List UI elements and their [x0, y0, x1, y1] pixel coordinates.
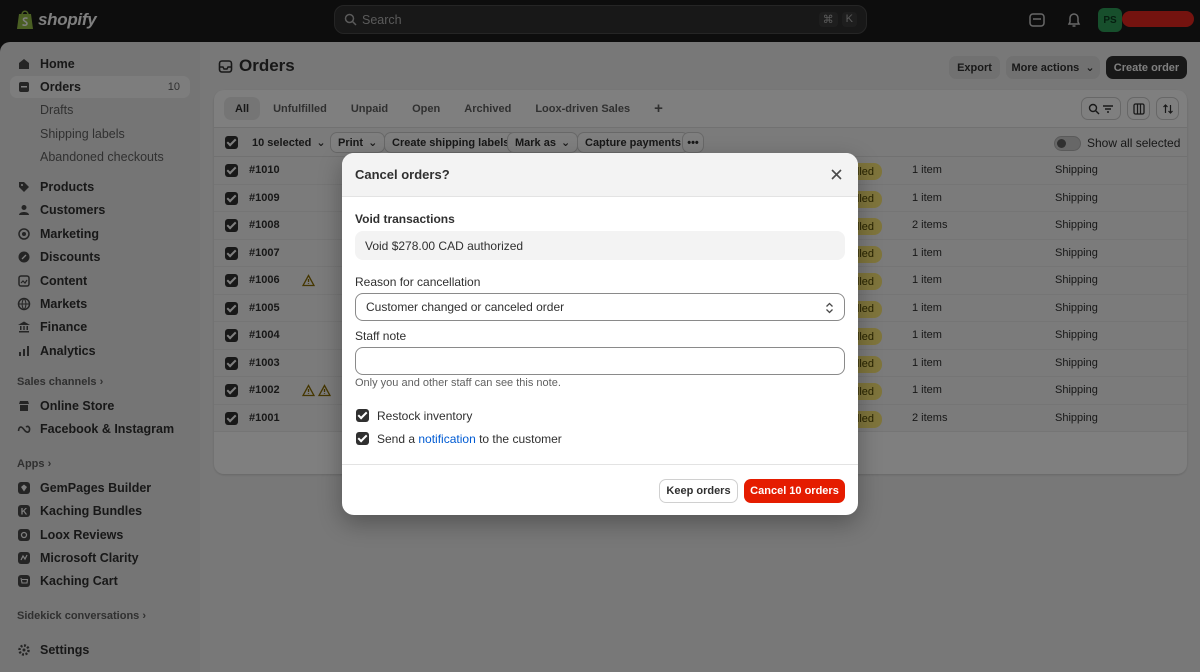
restock-inventory-checkbox[interactable]: [356, 409, 369, 422]
modal-title: Cancel orders?: [355, 167, 450, 182]
keep-orders-button[interactable]: Keep orders: [659, 479, 738, 503]
notify-suffix: to the customer: [475, 432, 562, 446]
reason-value: Customer changed or canceled order: [366, 300, 565, 314]
notify-customer-checkbox[interactable]: [356, 432, 369, 445]
modal-header: Cancel orders?: [342, 153, 858, 197]
close-icon[interactable]: [830, 168, 843, 181]
restock-inventory-label: Restock inventory: [377, 409, 473, 423]
reason-label: Reason for cancellation: [355, 275, 481, 289]
modal-footer: Keep orders Cancel 10 orders: [342, 464, 858, 515]
void-amount-box: Void $278.00 CAD authorized: [355, 231, 845, 260]
void-transactions-heading: Void transactions: [355, 212, 455, 226]
select-arrows-icon: [826, 302, 833, 314]
staff-note-help: Only you and other staff can see this no…: [355, 377, 561, 389]
notify-prefix: Send a: [377, 432, 419, 446]
notification-link[interactable]: notification: [418, 432, 475, 446]
notify-customer-label: Send a notification to the customer: [377, 432, 562, 446]
reason-select[interactable]: Customer changed or canceled order: [355, 293, 845, 321]
cancel-orders-button[interactable]: Cancel 10 orders: [744, 479, 845, 503]
cancel-orders-modal: Cancel orders? Void transactions Void $2…: [342, 153, 858, 515]
staff-note-input[interactable]: [355, 347, 845, 375]
staff-note-label: Staff note: [355, 329, 407, 343]
